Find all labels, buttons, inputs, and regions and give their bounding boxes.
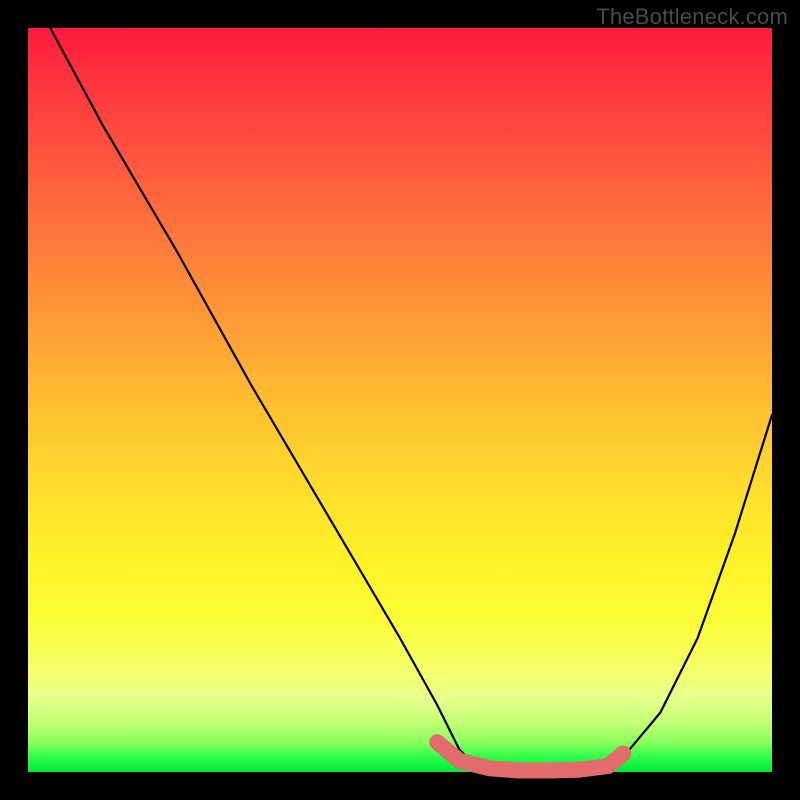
chart-frame: TheBottleneck.com xyxy=(0,0,800,800)
chart-svg xyxy=(28,28,772,772)
bottleneck-curve xyxy=(50,28,772,772)
plot-area xyxy=(28,28,772,772)
sweet-spot-marker xyxy=(437,742,623,770)
watermark-text: TheBottleneck.com xyxy=(596,4,788,30)
